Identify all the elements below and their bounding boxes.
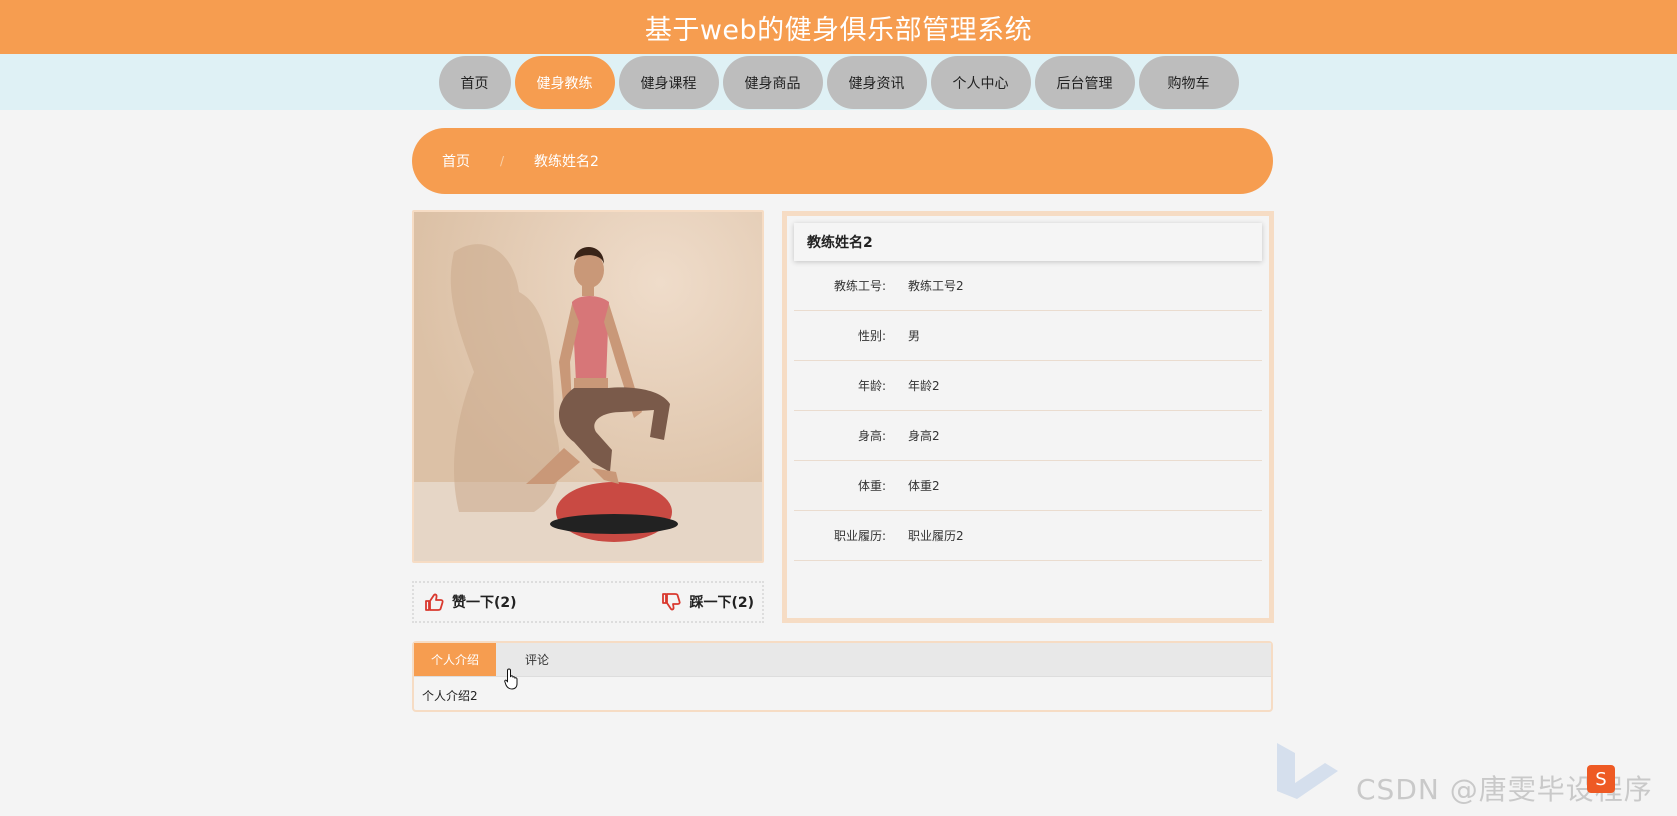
coach-photo-illustration	[414, 212, 762, 561]
nav-item-cart[interactable]: 购物车	[1138, 56, 1239, 109]
site-title: 基于web的健身俱乐部管理系统	[644, 14, 1033, 46]
detail-tabs: 个人介绍 评论 个人介绍2	[412, 641, 1273, 712]
nav-item-products[interactable]: 健身商品	[722, 56, 823, 109]
detail-label: 性别:	[857, 329, 886, 343]
breadcrumb-home-link[interactable]: 首页	[442, 151, 470, 171]
dislike-label: 踩一下(2)	[689, 595, 754, 611]
detail-value: 年龄2	[908, 379, 940, 393]
breadcrumb: 首页 / 教练姓名2	[412, 128, 1273, 194]
dislike-button[interactable]: 踩一下(2)	[661, 592, 754, 612]
detail-label: 职业履历:	[833, 529, 886, 543]
watermark-badge: S	[1587, 765, 1615, 793]
coach-detail-card: 教练姓名2 教练工号: 教练工号2 性别: 男 年龄: 年龄2 身高: 身高2 …	[782, 211, 1274, 623]
detail-label: 身高:	[857, 429, 886, 443]
thumbs-up-icon	[425, 593, 444, 611]
detail-label: 年龄:	[857, 379, 886, 393]
tab-content: 个人介绍2	[422, 689, 478, 703]
vote-bar: 赞一下(2) 踩一下(2)	[412, 581, 764, 623]
nav-item-coaches[interactable]: 健身教练	[514, 56, 615, 109]
nav-item-profile[interactable]: 个人中心	[930, 56, 1031, 109]
detail-value: 男	[908, 329, 921, 343]
detail-value: 职业履历2	[908, 529, 964, 543]
like-button[interactable]: 赞一下(2)	[424, 592, 517, 612]
detail-row-id: 教练工号: 教练工号2	[794, 261, 1262, 311]
detail-row-age: 年龄: 年龄2	[794, 361, 1262, 411]
detail-row-gender: 性别: 男	[794, 311, 1262, 361]
detail-value: 体重2	[908, 479, 940, 493]
watermark-logo-icon	[1277, 743, 1338, 799]
nav-item-news[interactable]: 健身资讯	[826, 56, 927, 109]
tab-introduction[interactable]: 个人介绍	[414, 643, 496, 676]
detail-value: 身高2	[908, 429, 940, 443]
site-header: 基于web的健身俱乐部管理系统	[0, 0, 1677, 54]
detail-value: 教练工号2	[908, 279, 964, 293]
thumbs-down-icon	[662, 593, 682, 611]
tabs-header: 个人介绍 评论	[414, 643, 1271, 677]
coach-name-heading: 教练姓名2	[794, 223, 1262, 261]
detail-label: 教练工号:	[833, 279, 886, 293]
coach-photo	[412, 210, 764, 563]
breadcrumb-separator: /	[500, 154, 505, 168]
nav-item-home[interactable]: 首页	[438, 56, 511, 109]
nav-item-admin[interactable]: 后台管理	[1034, 56, 1135, 109]
breadcrumb-current: 教练姓名2	[534, 154, 599, 170]
nav-item-courses[interactable]: 健身课程	[618, 56, 719, 109]
like-label: 赞一下(2)	[452, 595, 517, 611]
detail-label: 体重:	[857, 479, 886, 493]
main-nav: 首页 健身教练 健身课程 健身商品 健身资讯 个人中心 后台管理 购物车	[0, 54, 1677, 110]
detail-row-career: 职业履历: 职业履历2	[794, 511, 1262, 561]
detail-row-height: 身高: 身高2	[794, 411, 1262, 461]
detail-row-weight: 体重: 体重2	[794, 461, 1262, 511]
hand-cursor-icon	[504, 668, 518, 690]
